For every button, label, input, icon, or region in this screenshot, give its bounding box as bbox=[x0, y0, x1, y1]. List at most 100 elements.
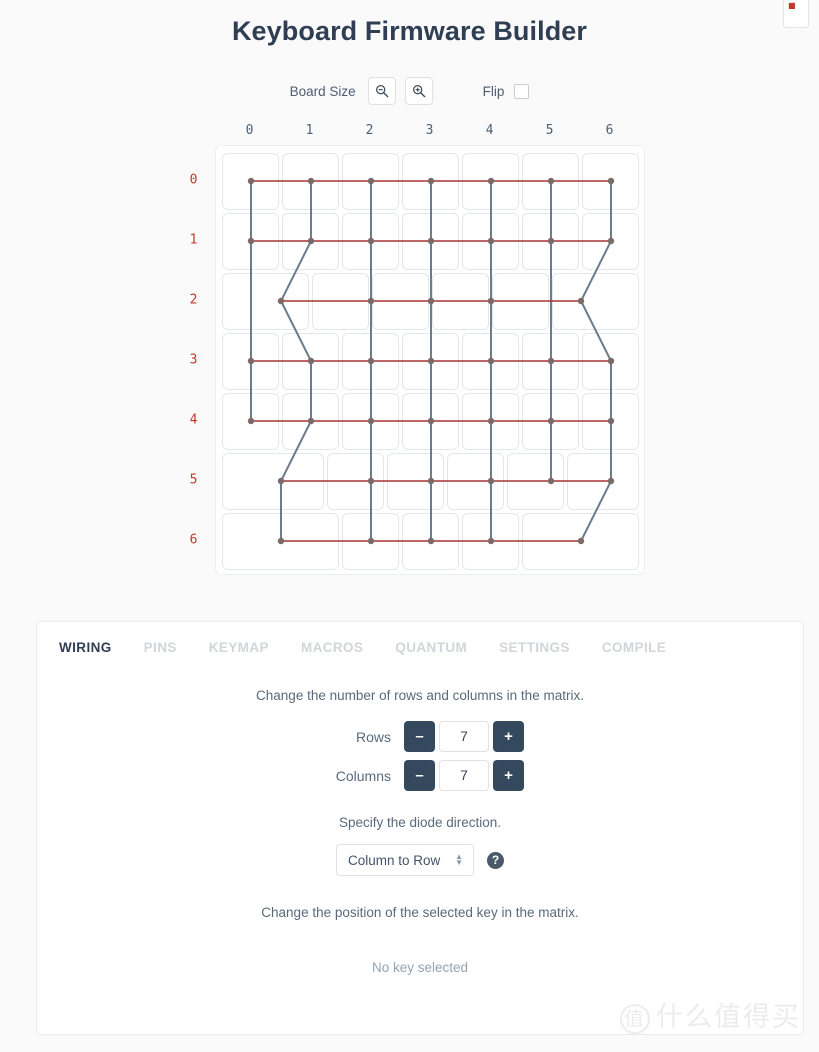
matrix-key[interactable] bbox=[402, 212, 459, 270]
matrix-key[interactable] bbox=[522, 212, 579, 270]
matrix-key[interactable] bbox=[582, 332, 639, 390]
matrix-key[interactable] bbox=[222, 452, 324, 510]
matrix-key[interactable] bbox=[372, 272, 429, 330]
matrix-key[interactable] bbox=[282, 332, 339, 390]
matrix-key[interactable] bbox=[222, 152, 279, 210]
settings-panel: WIRING PINS KEYMAP MACROS QUANTUM SETTINGS COM… bbox=[36, 621, 804, 1035]
diode-direction-row: Column to Row ▲ ▼ ? bbox=[37, 844, 803, 876]
matrix-key[interactable] bbox=[432, 272, 489, 330]
matrix-key[interactable] bbox=[342, 152, 399, 210]
matrix-key[interactable] bbox=[327, 452, 384, 510]
matrix-key[interactable] bbox=[222, 512, 339, 570]
matrix-key[interactable] bbox=[462, 392, 519, 450]
matrix-key[interactable] bbox=[582, 212, 639, 270]
matrix-row-label-2: 2 bbox=[189, 292, 198, 308]
matrix-key[interactable] bbox=[402, 512, 459, 570]
no-key-selected-message: No key selected bbox=[371, 960, 469, 975]
zoom-in-button[interactable] bbox=[404, 77, 433, 105]
matrix-key[interactable] bbox=[282, 212, 339, 270]
matrix-key[interactable] bbox=[222, 212, 279, 270]
matrix-key[interactable] bbox=[582, 152, 639, 210]
tab-wiring[interactable]: WIRING bbox=[59, 640, 112, 655]
matrix-key[interactable] bbox=[522, 512, 639, 570]
watermark: 值什么值得买 bbox=[620, 995, 801, 1034]
key-position-description: Change the position of the selected key … bbox=[261, 905, 579, 920]
zoom-out-button[interactable] bbox=[367, 77, 396, 105]
tab-pins[interactable]: PINS bbox=[144, 640, 177, 655]
matrix-key[interactable] bbox=[552, 272, 639, 330]
matrix-key[interactable] bbox=[567, 452, 639, 510]
matrix-column-label-5: 5 bbox=[545, 123, 554, 138]
matrix-key[interactable] bbox=[342, 512, 399, 570]
matrix-key[interactable] bbox=[342, 392, 399, 450]
matrix-grid[interactable] bbox=[214, 145, 645, 575]
columns-decrement-button[interactable]: – bbox=[404, 760, 435, 791]
matrix-column-label-3: 3 bbox=[425, 123, 434, 138]
matrix-key[interactable] bbox=[402, 152, 459, 210]
matrix-key[interactable] bbox=[522, 332, 579, 390]
matrix-key[interactable] bbox=[342, 212, 399, 270]
tab-settings[interactable]: SETTINGS bbox=[499, 640, 570, 655]
app-root: ■ Keyboard Firmware Builder Board Size F… bbox=[0, 0, 819, 1052]
columns-label: Columns bbox=[335, 767, 391, 784]
chevron-updown-icon: ▲ ▼ bbox=[455, 852, 463, 867]
rows-increment-button[interactable]: + bbox=[493, 721, 524, 752]
columns-increment-button[interactable]: + bbox=[493, 760, 524, 791]
zoom-out-icon bbox=[375, 84, 389, 98]
matrix-key[interactable] bbox=[222, 272, 309, 330]
matrix-key[interactable] bbox=[492, 272, 549, 330]
matrix-column-label-1: 1 bbox=[305, 123, 314, 138]
board-size-toolbar: Board Size Flip bbox=[0, 77, 819, 105]
matrix-key[interactable] bbox=[447, 452, 504, 510]
columns-stepper-row: Columns – 7 + bbox=[37, 760, 803, 791]
rows-value[interactable]: 7 bbox=[439, 721, 489, 752]
matrix-area: 0 1 2 3 4 5 6 0 1 2 3 4 5 6 bbox=[175, 123, 645, 575]
matrix-key[interactable] bbox=[222, 392, 279, 450]
matrix-size-description: Change the number of rows and columns in… bbox=[256, 688, 584, 703]
rows-stepper-row: Rows – 7 + bbox=[37, 721, 803, 752]
matrix-key[interactable] bbox=[462, 332, 519, 390]
matrix-key[interactable] bbox=[222, 332, 279, 390]
matrix-row-label-5: 5 bbox=[189, 472, 198, 488]
matrix-column-label-0: 0 bbox=[245, 123, 254, 138]
matrix-key[interactable] bbox=[312, 272, 369, 330]
matrix-key[interactable] bbox=[282, 392, 339, 450]
tab-macros[interactable]: MACROS bbox=[301, 640, 363, 655]
matrix-key[interactable] bbox=[282, 152, 339, 210]
matrix-row-label-4: 4 bbox=[189, 412, 198, 428]
matrix-key[interactable] bbox=[507, 452, 564, 510]
matrix-key[interactable] bbox=[462, 152, 519, 210]
board-size-label: Board Size bbox=[289, 83, 356, 99]
tab-compile[interactable]: COMPILE bbox=[602, 640, 666, 655]
matrix-key[interactable] bbox=[462, 212, 519, 270]
diode-direction-description: Specify the diode direction. bbox=[338, 815, 502, 830]
matrix-key[interactable] bbox=[582, 392, 639, 450]
matrix-key[interactable] bbox=[522, 392, 579, 450]
rows-decrement-button[interactable]: – bbox=[404, 721, 435, 752]
matrix-row-label-0: 0 bbox=[189, 172, 198, 188]
matrix-column-label-2: 2 bbox=[365, 123, 374, 138]
matrix-key[interactable] bbox=[462, 512, 519, 570]
tab-bar: WIRING PINS KEYMAP MACROS QUANTUM SETTINGS COM… bbox=[37, 622, 803, 655]
matrix-row-label-3: 3 bbox=[189, 352, 198, 368]
matrix-key[interactable] bbox=[522, 152, 579, 210]
page-title: Keyboard Firmware Builder bbox=[231, 16, 588, 46]
matrix-column-label-6: 6 bbox=[605, 123, 614, 138]
tab-keymap[interactable]: KEYMAP bbox=[209, 640, 269, 655]
flip-checkbox[interactable] bbox=[514, 83, 530, 99]
help-icon[interactable]: ? bbox=[487, 851, 504, 869]
matrix-key[interactable] bbox=[402, 332, 459, 390]
columns-value[interactable]: 7 bbox=[439, 760, 489, 791]
matrix-key[interactable] bbox=[402, 392, 459, 450]
matrix-row-label-1: 1 bbox=[189, 232, 198, 248]
tab-quantum[interactable]: QUANTUM bbox=[395, 640, 467, 655]
matrix-column-headers: 0 1 2 3 4 5 6 bbox=[215, 123, 645, 145]
watermark-text: 什么值得买 bbox=[656, 1002, 801, 1033]
corner-widget[interactable]: ■ bbox=[783, 0, 809, 28]
diode-direction-value: Column to Row bbox=[348, 852, 441, 868]
diode-direction-select[interactable]: Column to Row ▲ ▼ bbox=[336, 844, 474, 876]
matrix-key[interactable] bbox=[342, 332, 399, 390]
matrix-size-steppers: Rows – 7 + Columns – 7 + bbox=[37, 721, 803, 791]
zoom-in-icon bbox=[412, 84, 426, 98]
matrix-key[interactable] bbox=[387, 452, 444, 510]
